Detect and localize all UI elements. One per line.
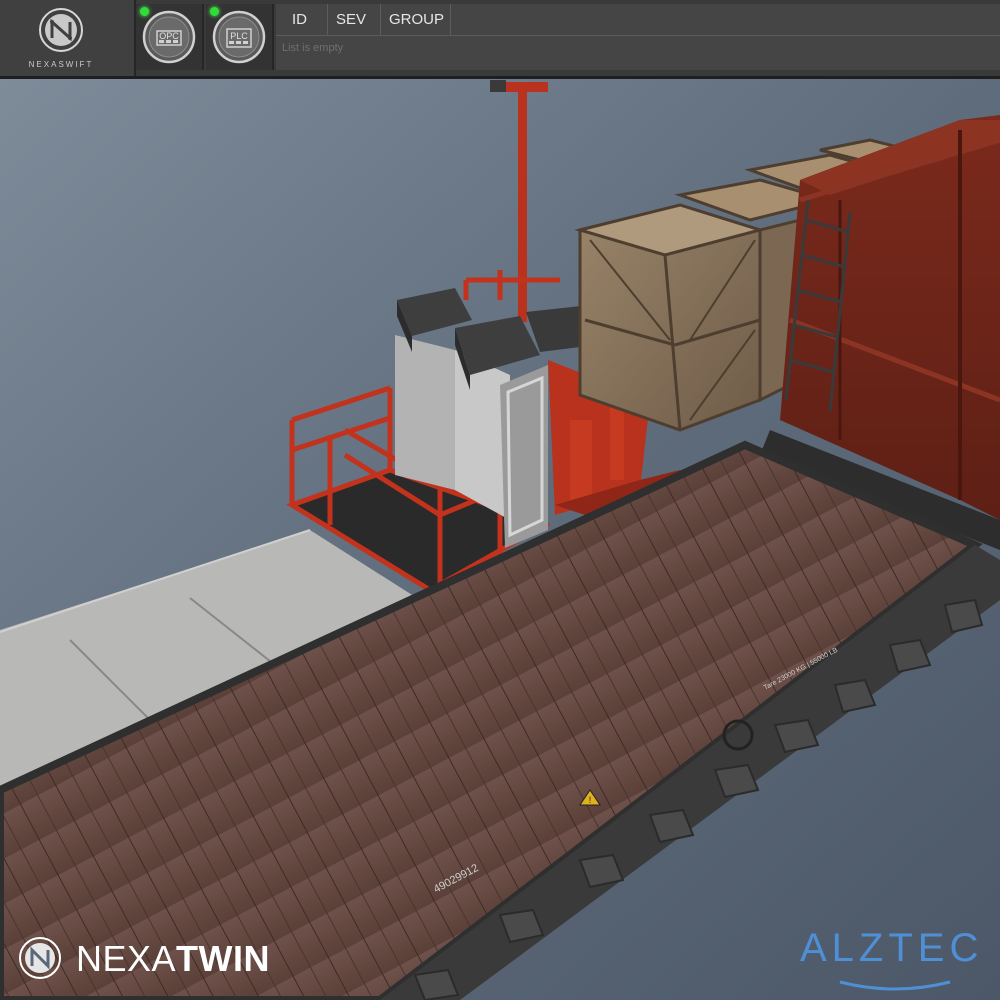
nexatwin-bold: TWIN (176, 938, 271, 979)
opc-connection-button[interactable]: OPC (136, 4, 204, 70)
alarm-list-panel[interactable]: ID SEV GROUP List is empty (276, 4, 1000, 70)
nexaswift-logo: NEXASWIFT (0, 0, 136, 76)
plc-label: PLC (230, 31, 248, 41)
nexatwin-light: NEXA (76, 938, 177, 979)
logo-text: NEXASWIFT (28, 60, 94, 69)
alarm-list-empty-text: List is empty (282, 42, 344, 54)
column-header-group[interactable]: GROUP (381, 4, 451, 35)
nexaswift-logo-icon (39, 8, 83, 52)
opc-server-icon: OPC (142, 10, 196, 64)
alarm-list-header: ID SEV GROUP (276, 4, 1000, 36)
plc-device-icon: PLC (212, 10, 266, 64)
opc-label: OPC (159, 31, 179, 41)
nexatwin-wordmark: NEXATWIN (76, 938, 270, 980)
nexatwin-brand: NEXATWIN (18, 936, 270, 980)
nexatwin-logo-icon (19, 937, 61, 979)
alztec-smile-icon (839, 980, 951, 991)
warning-sign: ! (589, 795, 592, 805)
alztec-brand: ALZTEC (800, 926, 990, 996)
plc-connection-button[interactable]: PLC (206, 4, 274, 70)
column-header-sev[interactable]: SEV (328, 4, 381, 35)
3d-viewport[interactable]: ! 49029912 Tare 23000 KG | 55000 LB (0, 79, 1000, 1000)
top-toolbar: NEXASWIFT OPC PLC ID SEV GROUP List is e… (0, 0, 1000, 79)
column-header-id[interactable]: ID (276, 4, 328, 35)
